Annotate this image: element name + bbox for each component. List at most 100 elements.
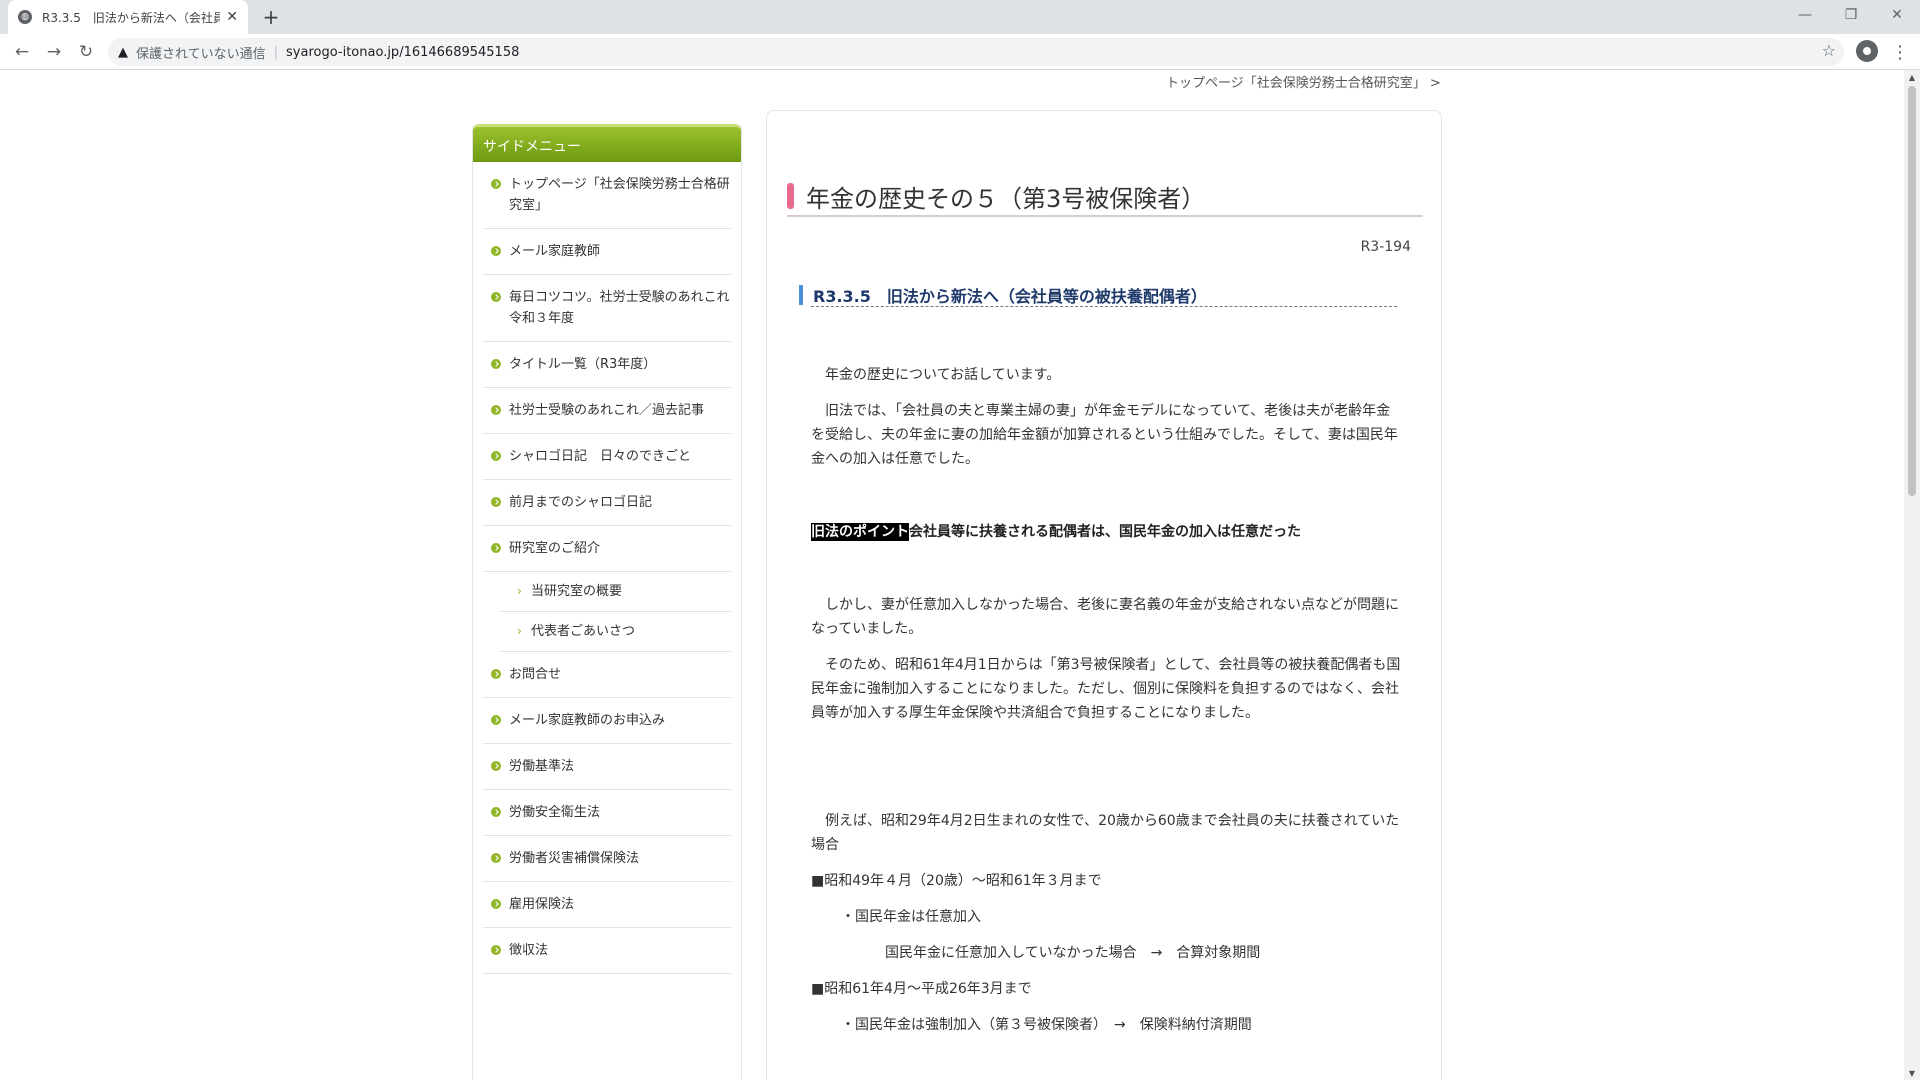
list-item: ■昭和49年４月（20歳）～昭和61年３月まで [811,873,1102,889]
sidebar-item-label: 当研究室の概要 [531,584,623,599]
sidebar-item-labor-standards[interactable]: 労働基準法 [483,744,731,790]
arrow-bullet-icon [491,669,501,679]
article-panel: 年金の歴史その５（第3号被保険者） R3-194 R3.3.5 旧法から新法へ（… [766,110,1442,1080]
globe-icon: ◍ [18,10,32,24]
side-menu-heading: サイドメニュー [473,124,741,162]
arrow-bullet-icon [491,761,501,771]
sidebar-item-diary[interactable]: シャロゴ日記 日々のできごと [483,434,731,480]
scroll-down-icon[interactable]: ▼ [1904,1066,1920,1080]
article-heading-text: R3.3.5 旧法から新法へ（会社員等の被扶養配偶者） [813,286,1207,306]
sidebar-item-label: 労働基準法 [509,759,575,774]
sidebar-item-label: お問合せ [509,667,562,682]
article-heading: R3.3.5 旧法から新法へ（会社員等の被扶養配偶者） [799,283,1397,307]
sidebar-item-contact[interactable]: お問合せ [483,652,731,698]
arrow-bullet-icon [491,405,501,415]
sidebar-item-past-articles[interactable]: 社労士受験のあれこれ／過去記事 [483,388,731,434]
sidebar-item-label: メール家庭教師 [509,244,601,259]
arrow-bullet-icon [491,853,501,863]
arrow-bullet-icon [491,715,501,725]
paragraph: しかし、妻が任意加入しなかった場合、老後に妻名義の年金が支給されない点などが問題… [811,597,1399,637]
sidebar-item-label: トップページ「社会保険労務士合格研究室」 [509,177,730,213]
sidebar-item-label: 徴収法 [509,943,549,958]
security-label[interactable]: 保護されていない通信 [136,43,266,62]
list-item: ・国民年金は強制加入（第３号被保険者） → 保険料納付済期間 [841,1017,1252,1033]
scroll-up-icon[interactable]: ▲ [1904,70,1920,84]
point-label: 旧法のポイント [811,523,909,541]
sidebar-item-label: タイトル一覧（R3年度） [509,357,657,372]
sidebar-item-label: 労働者災害補償保険法 [509,851,640,866]
back-icon[interactable]: ← [10,40,34,64]
sidebar-item-diary-archive[interactable]: 前月までのシャロゴ日記 [483,480,731,526]
sidebar-subitem-greeting[interactable]: › 代表者ごあいさつ [499,612,731,652]
paragraph: 旧法では、「会社員の夫と専業主婦の妻」が年金モデルになっていて、老後は夫が老齢年… [811,403,1398,467]
page-title-text: 年金の歴史その５（第3号被保険者） [806,184,1206,213]
sidebar-item-safety-health[interactable]: 労働安全衛生法 [483,790,731,836]
list-item: ・国民年金は任意加入 [841,909,981,925]
arrow-bullet-icon [491,543,501,553]
sidebar-item-workers-comp[interactable]: 労働者災害補償保険法 [483,836,731,882]
arrow-bullet-icon [491,807,501,817]
point-text: 会社員等に扶養される配偶者は、国民年金の加入は任意だった [909,524,1301,540]
arrow-bullet-icon [491,451,501,461]
sidebar-item-label: 毎日コツコツ。社労士受験のあれこれ 令和３年度 [509,290,743,326]
article-id: R3-194 [1360,239,1411,255]
sidebar-item-title-list[interactable]: タイトル一覧（R3年度） [483,342,731,388]
bookmark-star-icon[interactable]: ☆ [1822,41,1836,60]
sidebar-item-about[interactable]: 研究室のご紹介 [483,526,731,572]
side-menu: サイドメニュー トップページ「社会保険労務士合格研究室」 メール家庭教師 毎日コ… [472,124,743,1080]
warning-icon[interactable]: ▲ [118,45,128,60]
page-scrollbar[interactable]: ▲ ▼ [1904,70,1920,1080]
browser-tab[interactable]: ◍ R3.3.5 旧法から新法へ（会社員等 ✕ [8,0,248,34]
arrow-bullet-icon [491,292,501,302]
paragraph: そのため、昭和61年4月1日からは「第3号被保険者」として、会社員等の被扶養配偶… [811,657,1401,721]
title-marker [787,183,794,209]
sidebar-item-label: 代表者ごあいさつ [531,624,636,639]
list-item: 国民年金に任意加入していなかった場合 → 合算対象期間 [885,945,1261,961]
sidebar-item-apply[interactable]: メール家庭教師のお申込み [483,698,731,744]
arrow-bullet-icon [491,497,501,507]
sidebar-item-daily[interactable]: 毎日コツコツ。社労士受験のあれこれ 令和３年度 [483,275,743,342]
browser-menu-icon[interactable]: ⋮ [1890,40,1910,64]
list-item: ■昭和61年4月～平成26年3月まで [811,981,1032,997]
chevron-right-icon: › [517,624,522,638]
heading-marker [799,284,803,305]
forward-icon[interactable]: → [42,40,66,64]
point-box: 旧法のポイント会社員等に扶養される配偶者は、国民年金の加入は任意だった [811,521,1301,541]
scrollbar-thumb[interactable] [1908,86,1916,496]
reload-icon[interactable]: ↻ [74,40,98,64]
sidebar-item-label: 雇用保険法 [509,897,575,912]
page-viewport: トップページ「社会保険労務士合格研究室」 > サイドメニュー トップページ「社会… [0,70,1904,1080]
sidebar-item-label: 労働安全衛生法 [509,805,601,820]
sidebar-subitem-overview[interactable]: › 当研究室の概要 [499,572,731,612]
breadcrumb[interactable]: トップページ「社会保険労務士合格研究室」 > [1166,72,1441,91]
arrow-bullet-icon [491,359,501,369]
arrow-bullet-icon [491,899,501,909]
paragraph: 年金の歴史についてお話しています。 [825,367,1061,383]
paragraph: 例えば、昭和29年4月2日生まれの女性で、20歳から60歳まで会社員の夫に扶養さ… [811,813,1400,853]
chevron-right-icon: › [517,584,522,598]
page-title: 年金の歴史その５（第3号被保険者） [787,177,1423,217]
tab-close-icon[interactable]: ✕ [226,9,238,25]
sidebar-item-mail-tutor[interactable]: メール家庭教師 [483,229,731,275]
profile-avatar-icon[interactable] [1856,40,1878,62]
omnibox-separator: | [273,44,279,60]
sidebar-item-label: 研究室のご紹介 [509,541,601,556]
new-tab-button[interactable]: + [258,4,284,30]
url-text[interactable]: syarogo-itonao.jp/16146689545158 [286,45,519,60]
window-close-icon[interactable]: ✕ [1874,0,1920,30]
sidebar-item-top-page[interactable]: トップページ「社会保険労務士合格研究室」 [483,162,731,229]
tab-title: R3.3.5 旧法から新法へ（会社員等 [42,10,221,25]
sidebar-item-employment-insurance[interactable]: 雇用保険法 [483,882,731,928]
arrow-bullet-icon [491,945,501,955]
arrow-bullet-icon [491,246,501,256]
arrow-bullet-icon [491,179,501,189]
side-menu-list: トップページ「社会保険労務士合格研究室」 メール家庭教師 毎日コツコツ。社労士受… [473,162,743,974]
sidebar-item-label: シャロゴ日記 日々のできごと [509,449,692,464]
browser-toolbar: ← → ↻ ▲ 保護されていない通信 | syarogo-itonao.jp/1… [0,34,1920,70]
minimize-icon[interactable]: — [1782,0,1828,30]
tab-bar: ◍ R3.3.5 旧法から新法へ（会社員等 ✕ + — ❐ ✕ [0,0,1920,34]
sidebar-item-label: 社労士受験のあれこれ／過去記事 [509,403,705,418]
sidebar-item-collection-law[interactable]: 徴収法 [483,928,731,974]
address-bar[interactable]: ▲ 保護されていない通信 | syarogo-itonao.jp/1614668… [108,38,1844,66]
restore-icon[interactable]: ❐ [1828,0,1874,30]
